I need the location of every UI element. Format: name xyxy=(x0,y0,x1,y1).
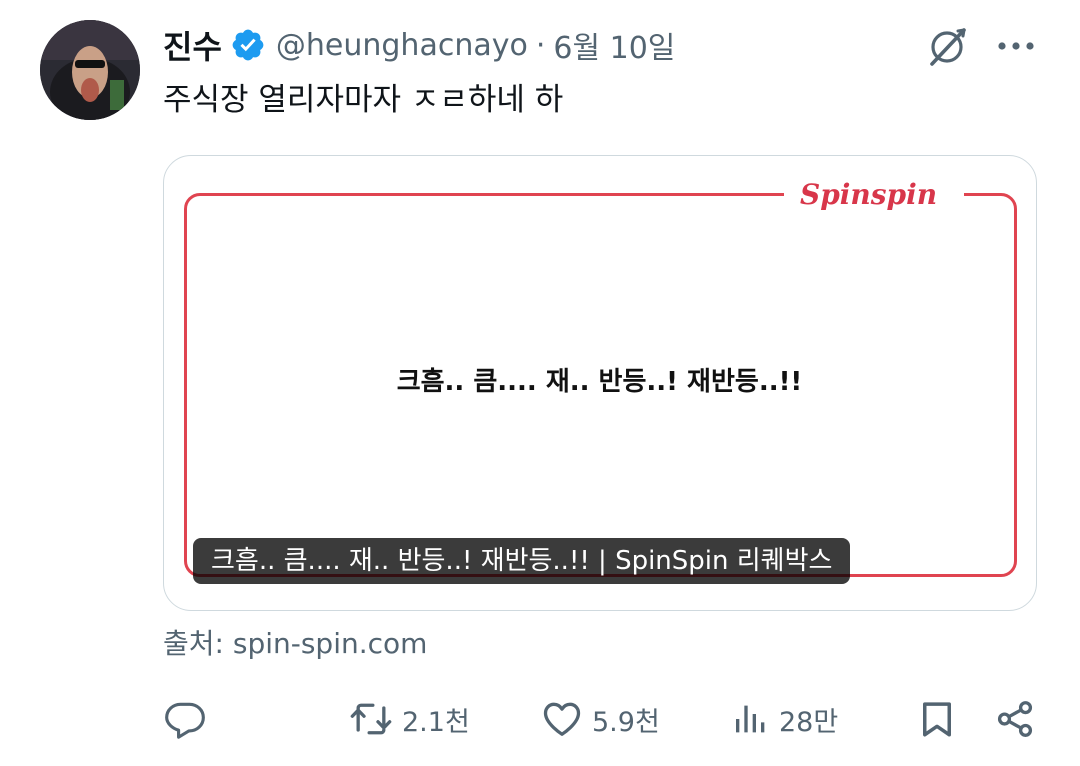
avatar[interactable] xyxy=(40,20,140,120)
bookmark-icon xyxy=(916,697,958,741)
like-button[interactable]: 5.9천 xyxy=(540,696,660,742)
bookmark-button[interactable] xyxy=(916,696,958,742)
like-count: 5.9천 xyxy=(592,706,660,738)
retweet-button[interactable]: 2.1천 xyxy=(348,696,470,742)
avatar-image xyxy=(40,20,140,120)
tweet-header: 진수 @heunghacnayo · 6월 10일 xyxy=(163,22,675,68)
more-options-button[interactable] xyxy=(990,22,1042,70)
share-icon xyxy=(994,697,1036,741)
reply-icon xyxy=(163,697,207,741)
share-button[interactable] xyxy=(994,696,1036,742)
verified-badge-icon[interactable] xyxy=(230,27,266,63)
reply-button[interactable] xyxy=(163,696,207,742)
link-card[interactable]: Spinspin 크흠.. 큼.... 재.. 반등..! 재반등..!! 크흠… xyxy=(163,155,1037,611)
card-title: 크흠.. 큼.... 재.. 반등..! 재반등..!! | SpinSpin … xyxy=(193,538,851,584)
tweet-text: 주식장 열리자마자 ㅈㄹ하네 하 xyxy=(163,82,564,118)
views-button[interactable]: 28만 xyxy=(731,696,838,742)
card-source-link[interactable]: 출처: spin-spin.com xyxy=(163,624,427,664)
author-display-name[interactable]: 진수 xyxy=(163,22,222,68)
views-count: 28만 xyxy=(779,706,839,738)
card-image-text: 크흠.. 큼.... 재.. 반등..! 재반등..!! xyxy=(396,367,803,397)
author-handle[interactable]: @heunghacnayo xyxy=(276,28,528,63)
more-dots-icon xyxy=(996,41,1036,51)
grok-button[interactable] xyxy=(924,22,972,70)
card-logo: Spinspin xyxy=(800,178,938,211)
heart-icon xyxy=(540,697,584,741)
header-separator: · xyxy=(535,27,546,63)
tweet-date[interactable]: 6월 10일 xyxy=(553,23,675,67)
grok-icon xyxy=(926,24,970,68)
retweet-icon xyxy=(348,697,394,741)
analytics-icon xyxy=(731,697,771,741)
retweet-count: 2.1천 xyxy=(402,706,470,738)
